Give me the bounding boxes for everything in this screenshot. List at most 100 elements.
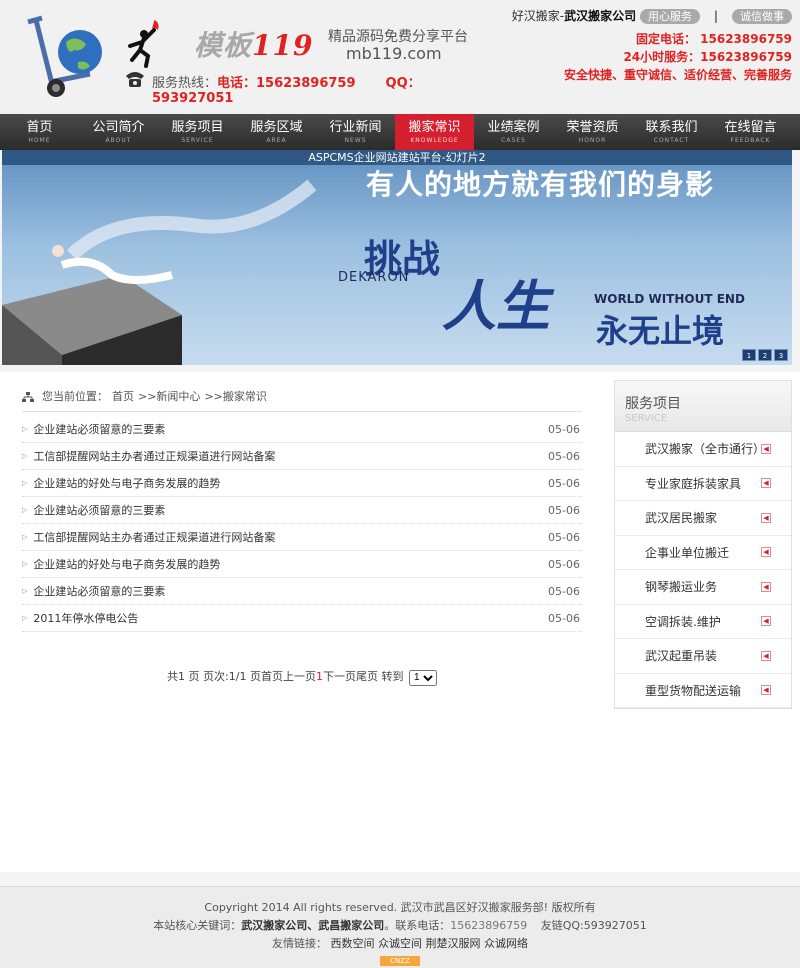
nav-feedback[interactable]: 在线留言 FEEDBACK: [711, 114, 790, 150]
friend-link[interactable]: 西数空间: [331, 937, 375, 950]
triangle-bullet-icon: ▷: [22, 613, 28, 622]
news-date: 05-06: [548, 612, 580, 625]
nav-news[interactable]: 行业新闻 NEWS: [316, 114, 395, 150]
copyright: Copyright 2014 All rights reserved. 武汉市武…: [204, 901, 596, 914]
pager-next-text[interactable]: 下一页尾页 转到: [323, 670, 404, 683]
news-title-link[interactable]: ▷ 工信部提醒网站主办者通过正规渠道进行网站备案: [22, 443, 275, 469]
pill-badge-honesty: 诚信做事: [732, 9, 792, 24]
news-title-link[interactable]: ▷ 2011年停水停电公告: [22, 605, 138, 631]
site-header: 模板119 精品源码免费分享平台 mb119.com 服务热线：电话：15623…: [0, 0, 800, 114]
breadcrumb: 您当前位置： 首页 >>新闻中心 >>搬家常识: [22, 382, 582, 412]
nav-service[interactable]: 服务项目 SERVICE: [158, 114, 237, 150]
news-item: ▷ 企业建站必须留意的三要素 05-06: [22, 416, 582, 443]
nav-cases[interactable]: 业绩案例 CASES: [474, 114, 553, 150]
banner-wwe: WORLD WITHOUT END: [594, 292, 745, 306]
hand-truck-globe-icon: [27, 15, 102, 97]
news-title-link[interactable]: ▷ 工信部提醒网站主办者通过正规渠道进行网站备案: [22, 524, 275, 550]
pill-badge-service: 用心服务: [639, 9, 700, 24]
news-item: ▷ 工信部提醒网站主办者通过正规渠道进行网站备案 05-06: [22, 443, 582, 470]
triangle-bullet-icon: ▷: [22, 478, 28, 487]
news-date: 05-06: [548, 585, 580, 598]
sidebar-item[interactable]: 武汉搬家（全市通行） ◀: [615, 432, 791, 467]
breadcrumb-knowledge[interactable]: >>搬家常识: [204, 383, 266, 411]
news-date: 05-06: [548, 450, 580, 463]
arrow-left-icon: ◀: [761, 547, 771, 558]
sitemap-icon: [22, 391, 34, 402]
header-contact: 好汉搬家-武汉搬家公司 用心服务 | 诚信做事 固定电话： 1562389675…: [492, 6, 792, 84]
news-item: ▷ 企业建站必须留意的三要素 05-06: [22, 578, 582, 605]
banner-dekaron: DEKARON: [338, 270, 410, 285]
nav-about[interactable]: 公司简介 ABOUT: [79, 114, 158, 150]
nav-honor[interactable]: 荣誉资质 HONOR: [553, 114, 632, 150]
service-sidebar: 服务项目 SERVICE 武汉搬家（全市通行） ◀ 专业家庭拆装家具 ◀ 武汉居民搬…: [614, 380, 792, 709]
sidebar-item[interactable]: 武汉起重吊装 ◀: [615, 639, 791, 674]
breadcrumb-news-center[interactable]: >>新闻中心: [138, 383, 200, 411]
content-area: 您当前位置： 首页 >>新闻中心 >>搬家常识 ▷ 企业建站必须留意的三要素 05-…: [22, 382, 582, 686]
sidebar-item[interactable]: 专业家庭拆装家具 ◀: [615, 467, 791, 501]
arrow-left-icon: ◀: [761, 685, 771, 696]
sidebar-heading: 服务项目 SERVICE: [615, 381, 791, 432]
sidebar-item[interactable]: 重型货物配送运输 ◀: [615, 674, 791, 708]
logo-area[interactable]: 模板119 精品源码免费分享平台 mb119.com 服务热线：电话：15623…: [0, 0, 490, 110]
triangle-bullet-icon: ▷: [22, 559, 28, 568]
nav-area[interactable]: 服务区域 AREA: [237, 114, 316, 150]
banner-slogan: 有人的地方就有我们的身影: [366, 168, 715, 201]
banner-artwork: [2, 179, 317, 365]
news-title-link[interactable]: ▷ 企业建站必须留意的三要素: [22, 497, 165, 523]
slide-pager: 1 2 3: [742, 349, 788, 361]
breadcrumb-home[interactable]: 首页: [112, 383, 134, 411]
sidebar-item[interactable]: 空调拆装.维护 ◀: [615, 605, 791, 639]
phone-24h: 24小时服务：15623896759: [623, 50, 792, 64]
arrow-left-icon: ◀: [761, 616, 771, 627]
friend-links: 友情链接： 西数空间 众诚空间 荆楚汉服网 众诚网络: [272, 937, 528, 950]
news-item: ▷ 企业建站的好处与电子商务发展的趋势 05-06: [22, 470, 582, 497]
page-jump-select[interactable]: 1: [408, 669, 437, 686]
slide-dot-3[interactable]: 3: [774, 349, 788, 361]
pagination: 共1 页 页次:1/1 页首页上一页1下一页尾页 转到 1: [22, 668, 582, 686]
triangle-bullet-icon: ▷: [22, 532, 28, 541]
news-title-link[interactable]: ▷ 企业建站的好处与电子商务发展的趋势: [22, 551, 220, 577]
news-item: ▷ 工信部提醒网站主办者通过正规渠道进行网站备案 05-06: [22, 524, 582, 551]
friend-link[interactable]: 众诚网络: [484, 937, 528, 950]
arrow-left-icon: ◀: [761, 512, 771, 523]
footer-keywords: 本站核心关键词：武汉搬家公司、武昌搬家公司。联系电话：15623896759 友…: [153, 919, 647, 932]
site-footer: Copyright 2014 All rights reserved. 武汉市武…: [0, 886, 800, 968]
news-item: ▷ 企业建站必须留意的三要素 05-06: [22, 497, 582, 524]
arrow-left-icon: ◀: [761, 443, 771, 454]
nav-contact[interactable]: 联系我们 CONTACT: [632, 114, 711, 150]
news-item: ▷ 企业建站的好处与电子商务发展的趋势 05-06: [22, 551, 582, 578]
torch-runner-icon: [128, 20, 159, 68]
triangle-bullet-icon: ▷: [22, 424, 28, 433]
hotline: 服务热线：电话：15623896759 QQ：593927051: [152, 76, 421, 106]
nav-knowledge[interactable]: 搬家常识 KNOWLEDGE: [395, 114, 474, 150]
cnzz-stats-badge[interactable]: CNZZ: [380, 956, 420, 966]
arrow-left-icon: ◀: [761, 581, 771, 592]
triangle-bullet-icon: ▷: [22, 505, 28, 514]
news-date: 05-06: [548, 558, 580, 571]
news-title-link[interactable]: ▷ 企业建站的好处与电子商务发展的趋势: [22, 470, 220, 496]
breadcrumb-label: 您当前位置：: [42, 389, 108, 403]
sidebar-item[interactable]: 武汉居民搬家 ◀: [615, 501, 791, 536]
brand-url: mb119.com: [346, 44, 442, 63]
banner-rensheng: 人生: [442, 275, 550, 338]
news-title-link[interactable]: ▷ 企业建站必须留意的三要素: [22, 578, 165, 604]
news-title-link[interactable]: ▷ 企业建站必须留意的三要素: [22, 416, 165, 442]
banner-slideshow[interactable]: ASPCMS企业网站建站平台-幻灯片2 有人的地方就有我们的身影 挑战 DEKA…: [2, 150, 792, 365]
friend-link[interactable]: 众诚空间: [378, 937, 422, 950]
triangle-bullet-icon: ▷: [22, 451, 28, 460]
slide-dot-1[interactable]: 1: [742, 349, 756, 361]
nav-home[interactable]: 首页 HOME: [0, 114, 79, 150]
telephone-icon: [126, 72, 144, 87]
sidebar-item[interactable]: 企事业单位搬迁 ◀: [615, 536, 791, 570]
banner-ywzj: 永无止境: [596, 312, 725, 350]
news-date: 05-06: [548, 504, 580, 517]
sidebar-item[interactable]: 钢琴搬运业务 ◀: [615, 570, 791, 605]
slide-dot-2[interactable]: 2: [758, 349, 772, 361]
pager-current: 1: [315, 670, 323, 683]
top-company-line: 好汉搬家-武汉搬家公司 用心服务 | 诚信做事: [492, 6, 792, 26]
motto: 安全快捷、重守诚信、适价经营、完善服务: [563, 68, 792, 82]
brand-tagline: 精品源码免费分享平台: [328, 29, 468, 45]
friend-link[interactable]: 荆楚汉服网: [426, 937, 481, 950]
pager-text[interactable]: 共1 页 页次:1/1 页首页上一页: [167, 670, 316, 683]
news-item: ▷ 2011年停水停电公告 05-06: [22, 605, 582, 632]
